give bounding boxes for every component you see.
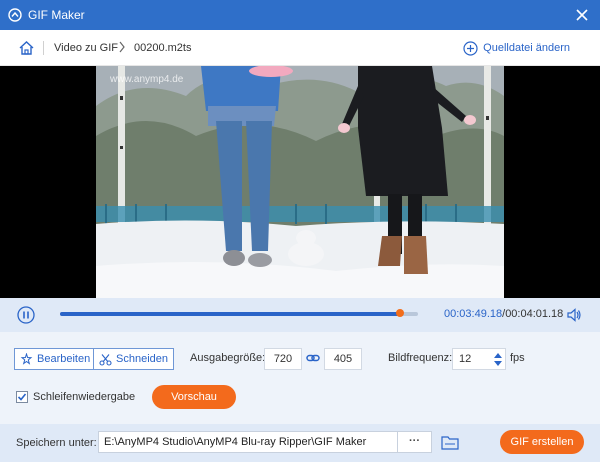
video-watermark: www.anymp4.de [110, 74, 184, 85]
framerate-value: 12 [459, 353, 472, 365]
stepper-down-icon[interactable] [493, 360, 503, 368]
browse-button[interactable]: ··· [398, 431, 432, 453]
breadcrumb: Video zu GIF 00200.m2ts Quelldatei änder… [0, 30, 600, 66]
save-to-label: Speichern unter: [16, 437, 97, 449]
checkmark-icon [17, 393, 27, 401]
preview-button[interactable]: Vorschau [152, 385, 236, 409]
open-folder-icon[interactable] [441, 435, 459, 450]
volume-icon[interactable] [566, 307, 582, 323]
framerate-stepper[interactable]: 12 [452, 348, 506, 370]
plus-circle-icon [463, 40, 478, 56]
output-width-field[interactable]: 720 [264, 348, 302, 370]
save-bar: Speichern unter: E:\AnyMP4 Studio\AnyMP4… [0, 424, 600, 462]
change-source-button[interactable]: Quelldatei ändern [463, 40, 570, 56]
time-display: 00:03:49.18/00:04:01.18 [444, 308, 563, 320]
loop-playback-label: Schleifenwiedergabe [33, 391, 136, 403]
video-snow-scene [96, 66, 504, 298]
close-icon[interactable] [574, 7, 590, 23]
pause-icon[interactable] [17, 306, 35, 324]
breadcrumb-section[interactable]: Video zu GIF [54, 42, 118, 54]
current-time: 00:03:49.18 [444, 308, 503, 320]
video-preview-area: www.anymp4.de [0, 66, 600, 298]
title-bar: GIF Maker [0, 0, 600, 30]
create-gif-button[interactable]: GIF erstellen [500, 430, 584, 454]
video-frame[interactable]: www.anymp4.de [96, 66, 504, 298]
save-path-field[interactable]: E:\AnyMP4 Studio\AnyMP4 Blu-ray Ripper\G… [98, 431, 398, 453]
framerate-label: Bildfrequenz: [388, 352, 453, 364]
cut-label: Schneiden [116, 353, 168, 365]
breadcrumb-file: 00200.m2ts [134, 42, 192, 54]
magic-wand-icon [20, 352, 33, 365]
loop-playback-checkbox[interactable]: Schleifenwiedergabe [16, 391, 135, 403]
breadcrumb-divider [43, 41, 44, 55]
output-size-label: Ausgabegröße: [190, 352, 266, 364]
output-settings-panel: Bearbeiten Schneiden Ausgabegröße: 720 4… [0, 332, 600, 424]
stepper-up-icon[interactable] [493, 351, 503, 359]
fps-unit: fps [510, 352, 525, 364]
edit-label: Bearbeiten [37, 353, 91, 365]
app-logo-icon [8, 8, 22, 22]
home-icon[interactable] [18, 40, 35, 56]
progress-slider[interactable] [60, 309, 418, 317]
playback-controls: 00:03:49.18/00:04:01.18 [0, 298, 600, 332]
progress-handle[interactable] [396, 309, 405, 317]
output-height-field[interactable]: 405 [324, 348, 362, 370]
window-title: GIF Maker [28, 8, 85, 22]
cut-button[interactable]: Schneiden [93, 348, 174, 370]
total-time: 00:04:01.18 [505, 308, 564, 320]
loop-checkbox-box[interactable] [16, 391, 28, 403]
link-icon[interactable] [306, 351, 320, 365]
change-source-label: Quelldatei ändern [483, 42, 570, 54]
edit-button[interactable]: Bearbeiten [14, 348, 97, 370]
scissors-icon [99, 353, 112, 366]
progress-fill [60, 312, 401, 316]
chevron-right-icon [119, 41, 125, 53]
